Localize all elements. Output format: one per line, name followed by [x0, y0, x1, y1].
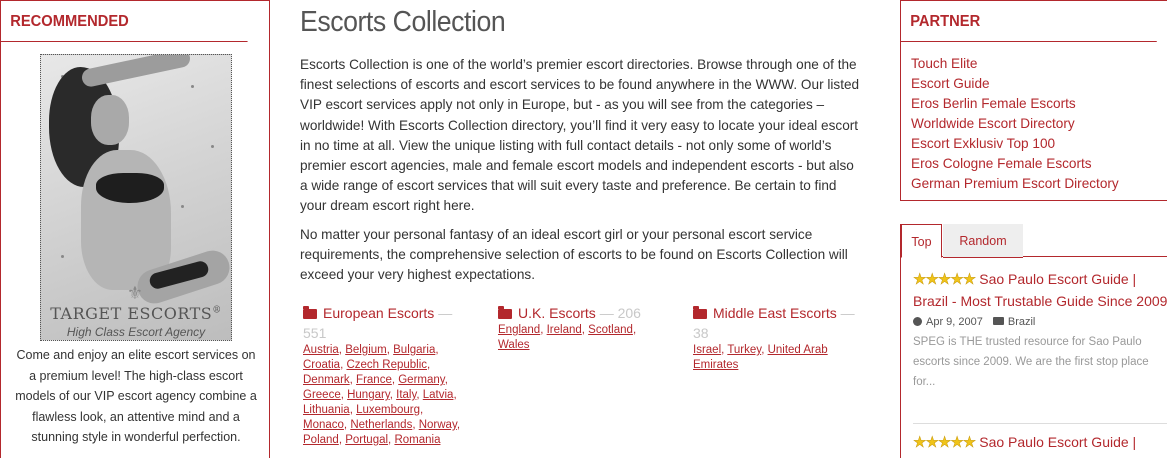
intro-paragraph: Escorts Collection is one of the world’s… — [300, 57, 860, 214]
country-link[interactable]: Monaco — [303, 419, 344, 431]
page-title: Escorts Collection — [300, 6, 506, 38]
country-link[interactable]: Croatia — [303, 359, 340, 371]
separator: , — [420, 404, 424, 416]
recommended-title: RECOMMENDED — [1, 1, 248, 42]
rating-stars-icon: ★★★★★ — [913, 271, 977, 288]
partner-widget: PARTNER Touch Elite Escort Guide Eros Be… — [900, 0, 1167, 201]
country-link[interactable]: Poland — [303, 434, 339, 446]
category-middle-east: Middle East Escorts — 38 Israel, Turkey,… — [693, 303, 858, 373]
country-link[interactable]: Lithuania — [303, 404, 350, 416]
country-link[interactable]: Israel — [693, 344, 721, 356]
folder-icon — [303, 306, 317, 319]
country-links: Austria, Belgium, Bulgaria, Croatia, Cze… — [303, 343, 463, 448]
recommended-ad-image[interactable]: ⚜ TARGET ESCORTS® High Class Escort Agen… — [40, 54, 232, 341]
country-link[interactable]: France — [356, 374, 392, 386]
country-link[interactable]: Portugal — [345, 434, 388, 446]
tabbed-widget: Top Random ★★★★★ Sao Paulo Escort Guide |… — [900, 224, 1167, 458]
entry-excerpt: SPEG is THE trusted resource for Sao Pau… — [913, 336, 1149, 388]
country-link[interactable]: Luxembourg — [356, 404, 420, 416]
tab-random[interactable]: Random — [943, 224, 1023, 258]
folder-icon — [693, 306, 707, 319]
rating-stars-icon: ★★★★★ — [913, 434, 977, 451]
partner-link[interactable]: German Premium Escort Directory — [911, 174, 1119, 194]
folder-icon — [498, 306, 512, 319]
category-link-european[interactable]: European Escorts — [323, 305, 434, 321]
country-links: Israel, Turkey, United Arab Emirates — [693, 343, 858, 373]
clock-icon — [913, 317, 922, 326]
partner-link[interactable]: Escort Guide — [911, 74, 1119, 94]
country-link[interactable]: Czech Republic — [346, 359, 427, 371]
divider — [913, 423, 1167, 424]
separator: , — [632, 324, 637, 336]
partner-link[interactable]: Touch Elite — [911, 54, 1119, 74]
country-link[interactable]: Ireland — [547, 324, 582, 336]
folder-icon — [992, 317, 1004, 325]
tab-top[interactable]: Top — [901, 224, 942, 258]
country-link[interactable]: Germany — [398, 374, 444, 386]
secondary-paragraph: No matter your personal fantasy of an id… — [300, 227, 848, 283]
entry-date: Apr 9, 2007 — [926, 316, 983, 328]
country-link[interactable]: Netherlands — [350, 419, 412, 431]
partner-link[interactable]: Eros Cologne Female Escorts — [911, 154, 1119, 174]
partner-links: Touch Elite Escort Guide Eros Berlin Fem… — [911, 54, 1119, 194]
list-item: ★★★★★Sao Paulo Escort Guide | Brazil - M… — [913, 432, 1167, 458]
country-link[interactable]: Norway — [419, 419, 457, 431]
partner-link[interactable]: Eros Berlin Female Escorts — [911, 94, 1119, 114]
partner-title: PARTNER — [901, 1, 1157, 42]
country-link[interactable]: England — [498, 324, 540, 336]
separator: , — [444, 374, 448, 386]
country-link[interactable]: Greece — [303, 389, 341, 401]
partner-link[interactable]: Worldwide Escort Directory — [911, 114, 1119, 134]
separator: , — [456, 419, 461, 431]
category-count: — 206 — [599, 305, 641, 321]
entry-category[interactable]: Brazil — [1008, 316, 1036, 328]
logo-mark-icon: ⚜ — [126, 283, 144, 304]
logo-subtitle: High Class Escort Agency — [66, 325, 206, 339]
country-links: England, Ireland, Scotland, Wales — [498, 323, 658, 353]
category-link-middle-east[interactable]: Middle East Escorts — [713, 305, 837, 321]
partner-link[interactable]: Escort Exklusiv Top 100 — [911, 134, 1119, 154]
country-link[interactable]: Bulgaria — [393, 344, 435, 356]
country-link[interactable]: Wales — [498, 339, 530, 351]
country-link[interactable]: Scotland — [588, 324, 633, 336]
category-uk: U.K. Escorts — 206 England, Ireland, Sco… — [498, 303, 658, 353]
country-link[interactable]: Hungary — [347, 389, 390, 401]
country-link[interactable]: Belgium — [345, 344, 387, 356]
country-link[interactable]: Denmark — [303, 374, 350, 386]
country-link[interactable]: Italy — [396, 389, 416, 401]
recommended-description: Come and enjoy an elite escort services … — [15, 348, 257, 444]
country-link[interactable]: Turkey — [727, 344, 761, 356]
category-link-uk[interactable]: U.K. Escorts — [518, 305, 596, 321]
separator: , — [435, 344, 439, 356]
category-european: European Escorts — 551 Austria, Belgium,… — [303, 303, 463, 448]
separator: , — [427, 359, 431, 371]
recommended-widget: RECOMMENDED ⚜ TARGET ESCORTS® High Class… — [0, 0, 270, 458]
separator: , — [453, 389, 457, 401]
country-link[interactable]: Austria — [303, 344, 339, 356]
country-link[interactable]: Latvia — [423, 389, 454, 401]
target-escorts-logo: TARGET ESCORTS® — [50, 304, 222, 323]
country-link[interactable]: Romania — [394, 434, 440, 446]
entry-meta: Apr 9, 2007 Brazil — [913, 314, 1167, 330]
list-item: ★★★★★Sao Paulo Escort Guide | Brazil - M… — [913, 269, 1167, 392]
